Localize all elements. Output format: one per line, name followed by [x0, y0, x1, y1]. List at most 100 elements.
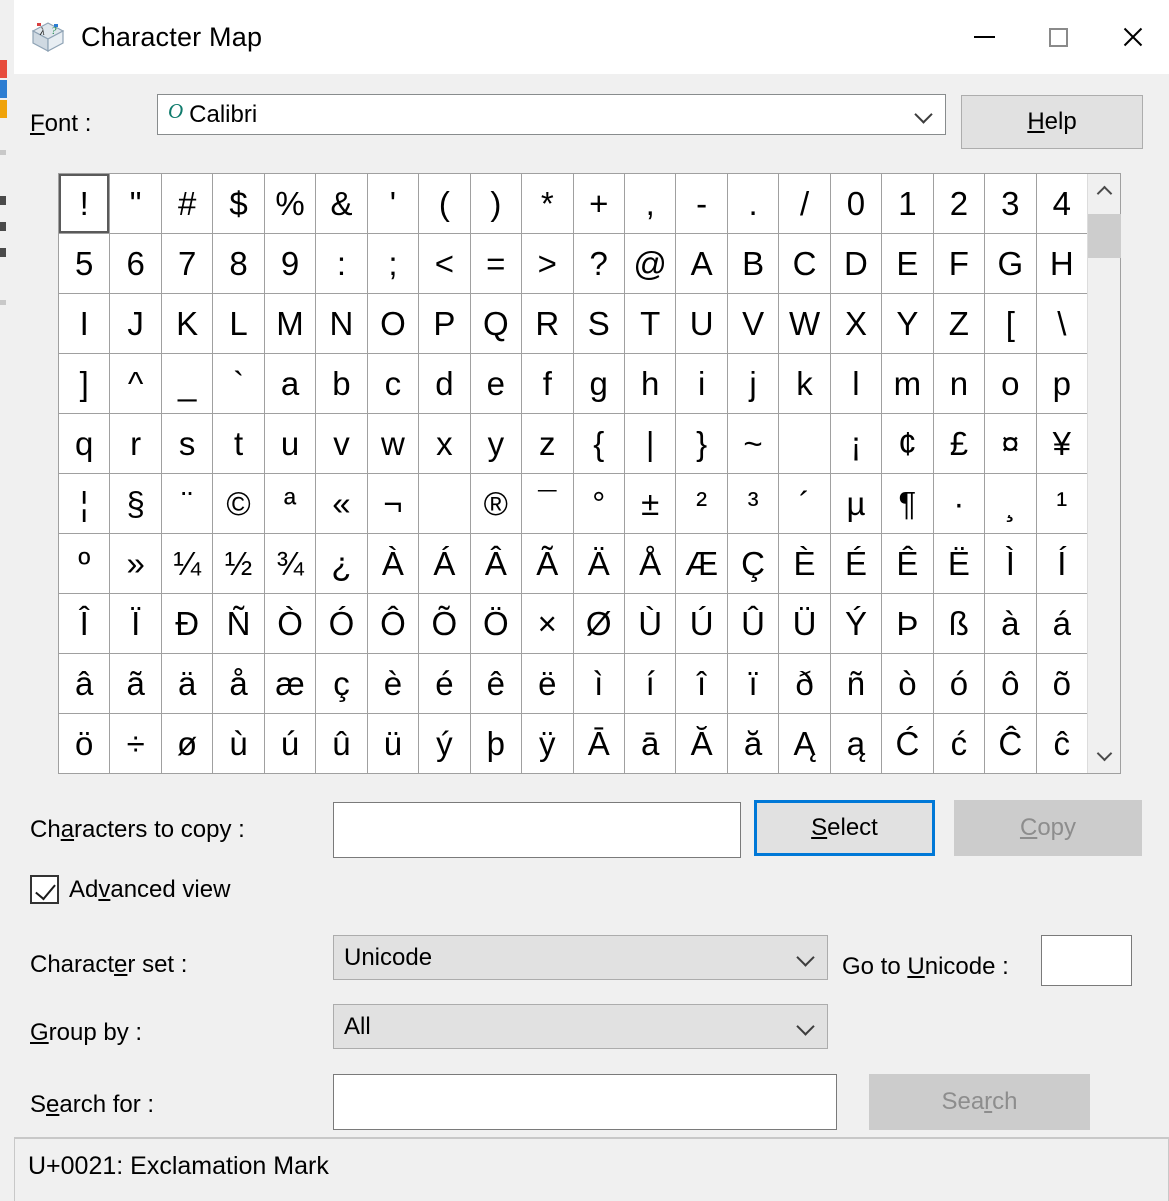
- character-cell[interactable]: w: [367, 414, 419, 473]
- search-button[interactable]: Search: [869, 1074, 1090, 1130]
- help-button[interactable]: Help: [961, 95, 1143, 149]
- character-cell[interactable]: |: [624, 414, 676, 473]
- character-cell[interactable]: Î: [59, 594, 110, 653]
- character-cell[interactable]: ]: [59, 354, 110, 413]
- character-cell[interactable]: K: [161, 294, 213, 353]
- character-cell[interactable]: Õ: [419, 594, 470, 653]
- character-cell[interactable]: 0: [830, 174, 882, 233]
- character-cell[interactable]: ×: [522, 594, 573, 653]
- character-cell[interactable]: /: [779, 174, 830, 233]
- character-cell[interactable]: r: [110, 414, 161, 473]
- character-cell[interactable]: ©: [213, 474, 264, 533]
- character-cell[interactable]: N: [316, 294, 367, 353]
- character-cell[interactable]: ą: [830, 714, 882, 773]
- character-cell[interactable]: á: [1036, 594, 1087, 653]
- grid-scrollbar[interactable]: [1087, 174, 1121, 773]
- character-cell[interactable]: b: [316, 354, 367, 413]
- character-cell[interactable]: J: [110, 294, 161, 353]
- character-cell[interactable]: ö: [59, 714, 110, 773]
- character-cell[interactable]: m: [882, 354, 933, 413]
- character-cell[interactable]: `: [213, 354, 264, 413]
- character-cell[interactable]: <: [419, 234, 470, 293]
- character-cell[interactable]: X: [830, 294, 882, 353]
- character-cell[interactable]: [: [985, 294, 1036, 353]
- character-cell[interactable]: Z: [933, 294, 985, 353]
- character-cell[interactable]: ì: [573, 654, 624, 713]
- minimize-button[interactable]: [947, 0, 1021, 74]
- character-cell[interactable]: e: [470, 354, 522, 413]
- character-cell[interactable]: ®: [470, 474, 522, 533]
- character-cell[interactable]: I: [59, 294, 110, 353]
- character-cell[interactable]: ¿: [316, 534, 367, 593]
- character-cell[interactable]: ÷: [110, 714, 161, 773]
- character-cell[interactable]: Å: [624, 534, 676, 593]
- character-cell[interactable]: ¤: [985, 414, 1036, 473]
- character-cell[interactable]: «: [316, 474, 367, 533]
- character-cell[interactable]: ã: [110, 654, 161, 713]
- character-cell[interactable]: å: [213, 654, 264, 713]
- scrollbar-thumb[interactable]: [1088, 214, 1121, 258]
- character-cell[interactable]: ÿ: [522, 714, 573, 773]
- character-cell[interactable]: {: [573, 414, 624, 473]
- go-to-unicode-input[interactable]: [1041, 935, 1132, 986]
- character-cell[interactable]: Ĉ: [985, 714, 1036, 773]
- character-cell[interactable]: 5: [59, 234, 110, 293]
- character-cell[interactable]: ¡: [830, 414, 882, 473]
- character-cell[interactable]: &: [316, 174, 367, 233]
- character-cell[interactable]: P: [419, 294, 470, 353]
- character-cell[interactable]: Ð: [161, 594, 213, 653]
- character-cell[interactable]: Y: [882, 294, 933, 353]
- character-cell[interactable]: ½: [213, 534, 264, 593]
- character-cell[interactable]: $: [213, 174, 264, 233]
- character-cell[interactable]: Ô: [367, 594, 419, 653]
- character-cell[interactable]: Æ: [676, 534, 727, 593]
- character-grid[interactable]: ! " # $% & '() * +, -./0 1 2 3 4 5 6 7 8 9:; < = >? @ A B C D E F G H…: [59, 174, 1087, 773]
- character-cell[interactable]: Ñ: [213, 594, 264, 653]
- character-cell[interactable]: µ: [830, 474, 882, 533]
- character-cell[interactable]: 8: [213, 234, 264, 293]
- character-cell[interactable]: M: [264, 294, 316, 353]
- character-cell[interactable]: ĉ: [1036, 714, 1087, 773]
- character-cell[interactable]: ²: [676, 474, 727, 533]
- character-cell[interactable]: ā: [624, 714, 676, 773]
- character-cell[interactable]: ó: [933, 654, 985, 713]
- character-cell[interactable]: ă: [727, 714, 779, 773]
- character-cell[interactable]: %: [264, 174, 316, 233]
- character-cell[interactable]: ­: [419, 474, 470, 533]
- character-cell[interactable]: G: [985, 234, 1036, 293]
- character-cell[interactable]: è: [367, 654, 419, 713]
- character-cell[interactable]: C: [779, 234, 830, 293]
- character-cell[interactable]: p: [1036, 354, 1087, 413]
- character-cell[interactable]: ç: [316, 654, 367, 713]
- character-cell[interactable]: ¥: [1036, 414, 1087, 473]
- character-cell[interactable]: a: [264, 354, 316, 413]
- character-cell[interactable]: Ø: [573, 594, 624, 653]
- scroll-up-button[interactable]: [1088, 174, 1121, 208]
- character-cell[interactable]: Â: [470, 534, 522, 593]
- character-cell[interactable]: Í: [1036, 534, 1087, 593]
- character-cell[interactable]: 9: [264, 234, 316, 293]
- select-button[interactable]: Select: [754, 800, 935, 856]
- maximize-button[interactable]: [1021, 0, 1095, 74]
- character-cell[interactable]: Ą: [779, 714, 830, 773]
- character-cell[interactable]: !: [59, 174, 110, 233]
- character-cell[interactable]: ;: [367, 234, 419, 293]
- character-cell[interactable]: ': [367, 174, 419, 233]
- character-cell[interactable]: ú: [264, 714, 316, 773]
- scroll-down-button[interactable]: [1088, 739, 1121, 773]
- character-cell[interactable]: ù: [213, 714, 264, 773]
- character-cell[interactable]: ä: [161, 654, 213, 713]
- character-cell[interactable]: T: [624, 294, 676, 353]
- character-cell[interactable]: f: [522, 354, 573, 413]
- character-cell[interactable]: È: [779, 534, 830, 593]
- character-cell[interactable]: Ë: [933, 534, 985, 593]
- character-cell[interactable]: u: [264, 414, 316, 473]
- character-cell[interactable]: ): [470, 174, 522, 233]
- character-cell[interactable]: c: [367, 354, 419, 413]
- character-cell[interactable]: é: [419, 654, 470, 713]
- character-cell[interactable]: L: [213, 294, 264, 353]
- character-cell[interactable]: í: [624, 654, 676, 713]
- character-cell[interactable]: â: [59, 654, 110, 713]
- character-cell[interactable]: ë: [522, 654, 573, 713]
- character-cell[interactable]: ³: [727, 474, 779, 533]
